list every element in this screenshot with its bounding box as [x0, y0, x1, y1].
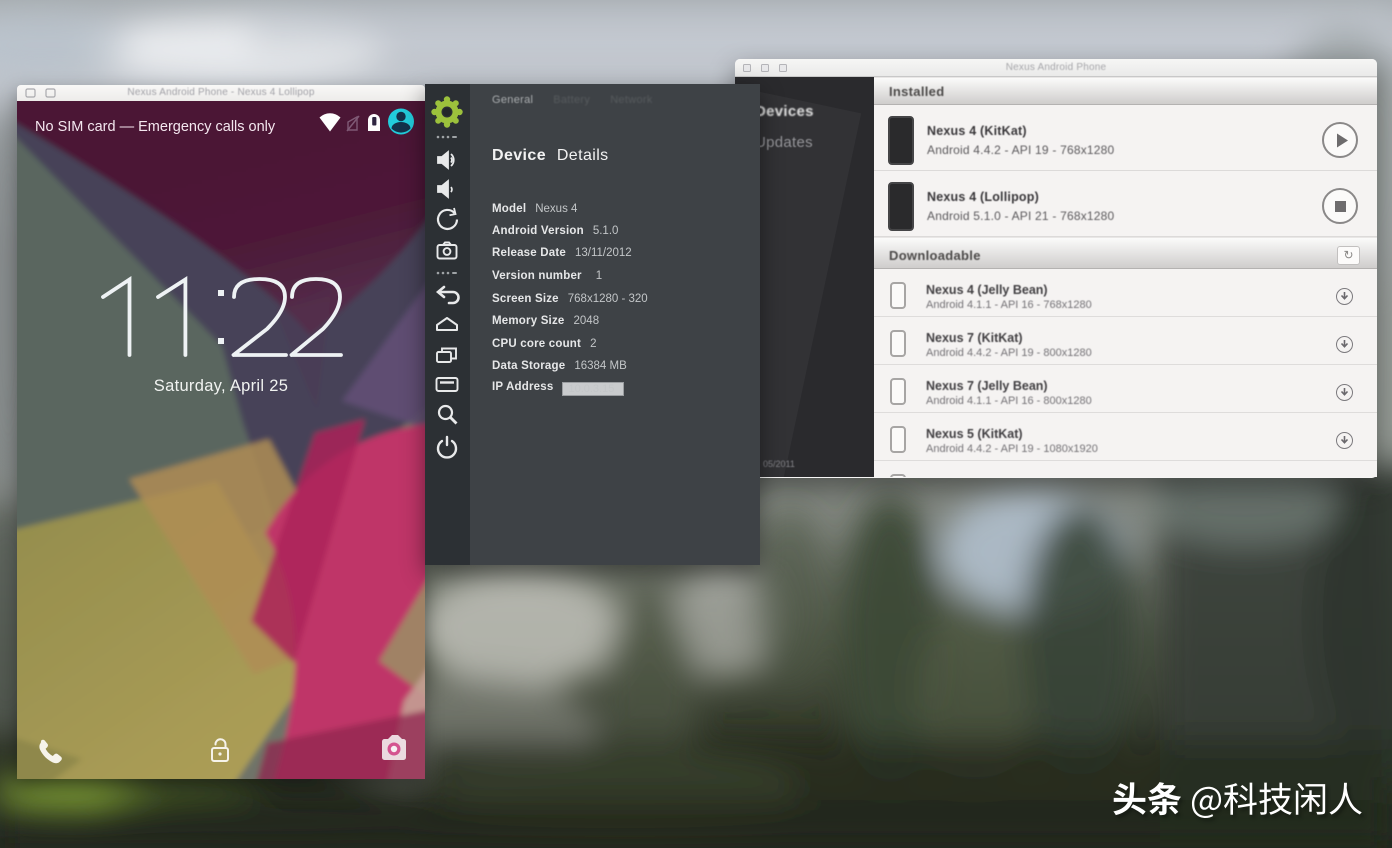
svg-text:Saturday, April 25: Saturday, April 25 [154, 377, 288, 395]
svg-text:No SIM card — Emergency calls: No SIM card — Emergency calls only [35, 119, 276, 135]
